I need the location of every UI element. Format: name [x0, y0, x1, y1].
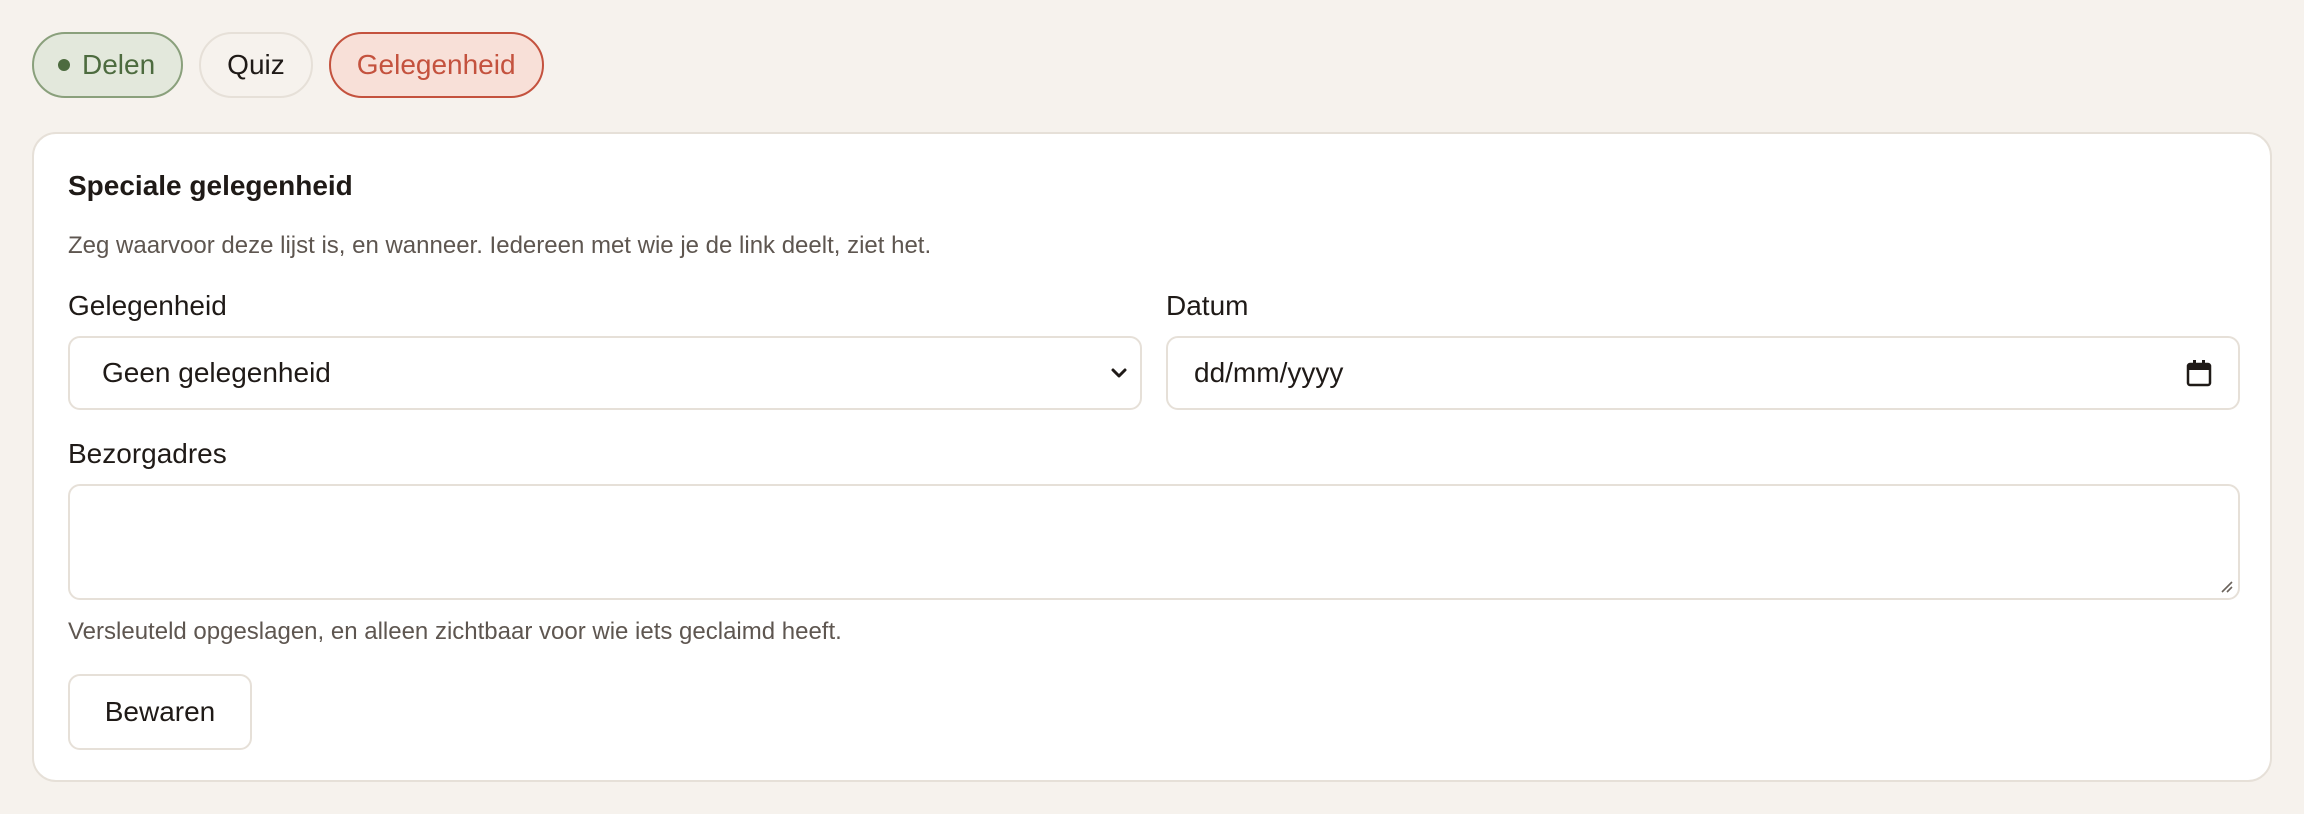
occasion-label: Gelegenheid	[68, 290, 227, 321]
tab-bar: Delen Quiz Gelegenheid	[32, 32, 544, 98]
tab-quiz[interactable]: Quiz	[199, 32, 313, 98]
status-dot-icon	[58, 59, 70, 71]
date-input[interactable]: dd/mm/yyyy	[1166, 336, 2240, 410]
tab-gelegenheid-label: Gelegenheid	[356, 49, 516, 80]
tab-gelegenheid[interactable]: Gelegenheid	[328, 32, 544, 98]
address-textarea[interactable]	[68, 484, 2240, 600]
chevron-down-icon	[1111, 368, 1127, 378]
address-label: Bezorgadres	[68, 438, 227, 469]
date-placeholder: dd/mm/yyyy	[1194, 357, 1344, 388]
calendar-icon[interactable]	[2186, 359, 2212, 387]
tab-delen-label: Delen	[82, 49, 156, 80]
resize-grip-icon[interactable]	[2218, 578, 2234, 594]
occasion-selected-value: Geen gelegenheid	[102, 357, 331, 388]
tab-quiz-label: Quiz	[227, 49, 285, 80]
tab-delen[interactable]: Delen	[32, 32, 184, 98]
date-label: Datum	[1166, 290, 1249, 321]
address-hint: Versleuteld opgeslagen, en alleen zichtb…	[68, 618, 842, 645]
card-description: Zeg waarvoor deze lijst is, en wanneer. …	[68, 232, 932, 259]
occasion-select[interactable]: Geen gelegenheid	[68, 336, 1142, 410]
occasion-card: Speciale gelegenheid Zeg waarvoor deze l…	[32, 132, 2272, 782]
save-button[interactable]: Bewaren	[68, 674, 252, 750]
card-title: Speciale gelegenheid	[68, 170, 353, 201]
